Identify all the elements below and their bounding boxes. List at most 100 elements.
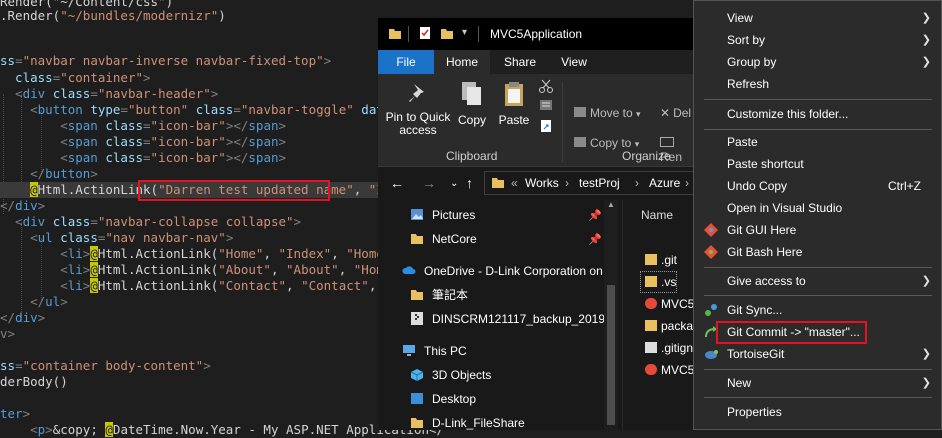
recent-locations-icon[interactable]: ⌄	[450, 178, 458, 189]
file-list-item[interactable]: .gitign	[645, 338, 693, 358]
tab-view[interactable]: View	[550, 50, 598, 74]
submenu-arrow-icon: ❯	[921, 275, 931, 287]
code-token: >	[293, 214, 302, 229]
menu-item-group-by[interactable]: Group by ❯	[694, 51, 941, 73]
back-arrow-icon[interactable]: ←	[390, 175, 404, 191]
menu-item-customize-folder[interactable]: Customize this folder...	[694, 103, 941, 125]
customize-quick-access-icon[interactable]: ▾	[462, 27, 467, 38]
solution-file-icon	[645, 298, 657, 309]
menu-item-git-bash-here[interactable]: Git Bash Here	[694, 241, 941, 263]
code-line: </div>	[0, 198, 45, 214]
copy-path-icon[interactable]	[538, 98, 554, 112]
code-token: div	[22, 86, 53, 101]
paste-button[interactable]: Paste	[494, 80, 534, 127]
file-list-item[interactable]: packa	[645, 316, 693, 336]
folder-icon	[645, 254, 657, 265]
clipboard-group-label: Clipboard	[446, 149, 498, 163]
forward-arrow-icon[interactable]: →	[422, 175, 436, 191]
scroll-up-icon[interactable]: ▲	[607, 200, 615, 209]
pin-icon[interactable]: 📌	[588, 233, 602, 246]
nav-pane-scrollbar[interactable]: ▲	[604, 200, 618, 430]
code-token: "icon-bar"	[150, 118, 226, 133]
code-token: =	[143, 134, 151, 149]
code-token: >	[143, 70, 151, 85]
code-token: ,	[263, 246, 279, 261]
menu-item-sort-by[interactable]: Sort by ❯	[694, 29, 941, 51]
menu-item-new[interactable]: New ❯	[694, 372, 941, 394]
folder-icon	[645, 320, 657, 331]
code-token: >	[22, 406, 31, 421]
copy-to-button[interactable]: Copy to ▾	[574, 136, 639, 150]
code-token: "Contact"	[218, 278, 287, 293]
code-token: <	[0, 262, 68, 277]
computer-icon	[403, 345, 415, 356]
column-header-name[interactable]: Name	[641, 208, 673, 222]
file-list-item[interactable]: MVC5	[645, 360, 694, 380]
tab-file[interactable]: File	[378, 50, 434, 74]
file-list[interactable]: Name .git .vs MVC5 packa .gitign MVC5	[622, 200, 697, 430]
undo-shortcut: Ctrl+Z	[888, 179, 921, 193]
code-token: >	[210, 86, 219, 101]
navigation-pane[interactable]: Pictures 📌 NetCore 📌 OneDrive - D-Link C…	[378, 200, 618, 430]
paste-shortcut-icon[interactable]	[538, 118, 554, 134]
code-token: span	[67, 150, 106, 165]
submenu-arrow-icon: ❯	[921, 348, 931, 360]
up-arrow-icon[interactable]: ↑	[466, 175, 473, 191]
menu-item-properties[interactable]: Properties	[694, 401, 941, 423]
code-token: ul	[45, 294, 61, 309]
delete-button[interactable]: ✕ Del	[660, 106, 691, 120]
breadcrumb-testproj[interactable]: testProj	[579, 176, 620, 190]
code-token: =	[143, 150, 151, 165]
code-token: class	[105, 150, 144, 165]
menu-item-refresh[interactable]: Refresh	[694, 73, 941, 95]
code-token: li	[67, 278, 83, 293]
code-token: span	[248, 118, 279, 133]
breadcrumb[interactable]: « Works › testProj › Azure ›	[484, 171, 696, 195]
copy-button[interactable]: Copy	[454, 80, 490, 127]
tab-share[interactable]: Share	[496, 50, 544, 74]
code-token: span	[248, 134, 279, 149]
code-token: >	[278, 118, 287, 133]
new-folder-icon[interactable]	[440, 26, 454, 40]
code-token: =	[90, 86, 98, 101]
menu-item-open-visual-studio[interactable]: Open in Visual Studio	[694, 197, 941, 219]
breadcrumb-overflow[interactable]: «	[511, 176, 518, 190]
file-list-item[interactable]: MVC5	[645, 294, 694, 314]
file-name: .gitign	[661, 341, 694, 355]
code-token: .Render(	[0, 8, 61, 23]
code-token: "Index"	[278, 246, 332, 261]
code-token: <	[0, 134, 68, 149]
file-list-item[interactable]: .git	[645, 250, 677, 270]
clipboard-icon	[505, 82, 523, 106]
code-token: ss	[0, 53, 16, 68]
menu-separator	[704, 129, 932, 130]
code-line: <span class="icon-bar"></span>	[0, 118, 286, 134]
menu-item-view[interactable]: View ❯	[694, 7, 941, 29]
pin-icon[interactable]: 📌	[588, 209, 602, 222]
file-list-item[interactable]: .vs	[639, 271, 678, 293]
menu-item-tortoisegit[interactable]: TortoiseGit ❯	[694, 343, 941, 365]
breadcrumb-works[interactable]: Works	[525, 176, 559, 190]
code-token: button	[45, 166, 91, 181]
solution-file-icon	[645, 364, 657, 375]
cut-icon[interactable]	[538, 78, 554, 94]
move-to-button[interactable]: Move to ▾	[574, 106, 641, 120]
code-token: "About"	[286, 262, 339, 277]
code-token: >	[37, 198, 46, 213]
tab-home[interactable]: Home	[434, 50, 490, 74]
menu-item-git-gui-here[interactable]: Git GUI Here	[694, 219, 941, 241]
ribbon-tabs: File Home Share View	[378, 50, 696, 74]
menu-item-give-access[interactable]: Give access to ❯	[694, 270, 941, 292]
folder-icon	[645, 276, 657, 287]
menu-item-paste-shortcut[interactable]: Paste shortcut	[694, 153, 941, 175]
scrollbar-thumb[interactable]	[607, 285, 615, 425]
title-bar: ▾ MVC5Application	[378, 18, 696, 50]
pin-to-quick-access-button[interactable]: Pin to Quick access	[382, 80, 454, 137]
menu-item-git-sync[interactable]: Git Sync...	[694, 299, 941, 321]
breadcrumb-azure[interactable]: Azure	[649, 176, 680, 190]
code-token: "container"	[60, 70, 144, 85]
properties-icon[interactable]	[418, 26, 432, 40]
menu-item-paste[interactable]: Paste	[694, 131, 941, 153]
menu-item-undo-copy[interactable]: Undo Copy Ctrl+Z	[694, 175, 941, 197]
code-token: class	[105, 134, 144, 149]
